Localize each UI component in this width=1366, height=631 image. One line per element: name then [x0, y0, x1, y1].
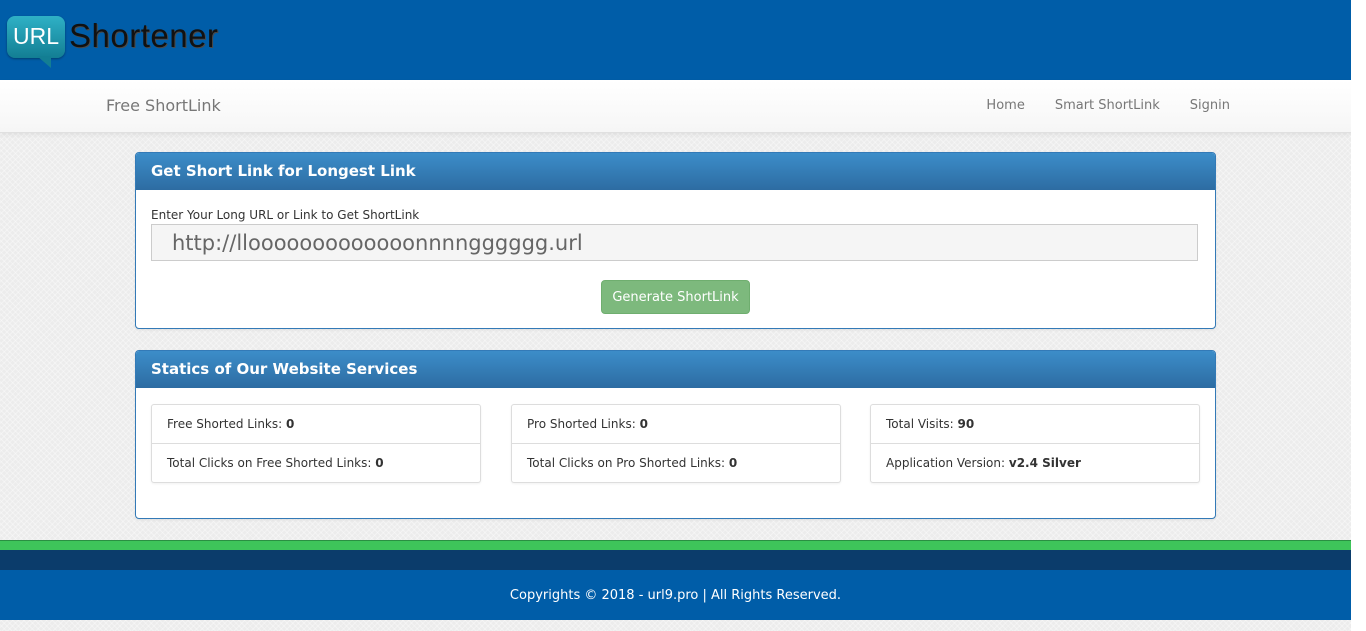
stat-row: Total Visits: 90: [871, 405, 1199, 443]
shortener-panel: Get Short Link for Longest Link Enter Yo…: [135, 152, 1216, 329]
navbar-brand[interactable]: Free ShortLink: [106, 96, 221, 115]
logo-speech-bubble-icon: URL: [7, 16, 65, 58]
stats-panel-heading: Statics of Our Website Services: [136, 351, 1215, 388]
stat-value: 0: [286, 417, 295, 431]
footer: Copyrights © 2018 - url9.pro | All Right…: [0, 570, 1351, 620]
nav-link-home[interactable]: Home: [986, 98, 1024, 113]
stat-row: Total Clicks on Pro Shorted Links: 0: [512, 443, 840, 482]
stat-value: 0: [639, 417, 648, 431]
stat-value: 0: [375, 456, 384, 470]
nav-link-smart-shortlink[interactable]: Smart ShortLink: [1055, 98, 1160, 113]
stat-label: Total Clicks on Free Shorted Links:: [167, 456, 372, 470]
stat-label: Total Visits:: [886, 417, 954, 431]
long-url-input[interactable]: [151, 224, 1198, 261]
nav-link-signin[interactable]: Signin: [1190, 98, 1230, 113]
stat-value: 90: [957, 417, 975, 431]
shortener-panel-heading: Get Short Link for Longest Link: [136, 153, 1215, 190]
stat-value: v2.4 Silver: [1008, 456, 1081, 470]
logo-wordmark: Shortener: [69, 17, 219, 54]
generate-shortlink-button[interactable]: Generate ShortLink: [601, 280, 750, 314]
stat-value: 0: [728, 456, 738, 470]
stat-row: Pro Shorted Links: 0: [512, 405, 840, 443]
footer-dark-stripe: [0, 550, 1351, 570]
stat-row: Total Clicks on Free Shorted Links: 0: [152, 443, 480, 482]
stats-box-free: Free Shorted Links: 0 Total Clicks on Fr…: [151, 404, 481, 483]
stat-label: Total Clicks on Pro Shorted Links:: [527, 456, 725, 470]
url-input-label: Enter Your Long URL or Link to Get Short…: [151, 208, 420, 222]
stat-row: Free Shorted Links: 0: [152, 405, 480, 443]
stats-box-pro: Pro Shorted Links: 0 Total Clicks on Pro…: [511, 404, 841, 483]
scrollbar-gutter[interactable]: [1351, 0, 1366, 631]
stat-label: Pro Shorted Links:: [527, 417, 636, 431]
stats-panel: Statics of Our Website Services Free Sho…: [135, 350, 1216, 519]
stat-label: Application Version:: [886, 456, 1006, 470]
logo-bubble-tail: [37, 56, 51, 68]
copyright-text: Copyrights © 2018 - url9.pro | All Right…: [509, 588, 842, 603]
navbar: Free ShortLink Home Smart ShortLink Sign…: [0, 80, 1351, 133]
page: URL Shortener Free ShortLink Home Smart …: [0, 0, 1351, 631]
stats-box-visits: Total Visits: 90 Application Version: v2…: [870, 404, 1200, 483]
nav-links: Home Smart ShortLink Signin: [986, 98, 1230, 113]
top-header: URL Shortener: [0, 0, 1351, 80]
stat-row: Application Version: v2.4 Silver: [871, 443, 1199, 482]
stat-label: Free Shorted Links:: [167, 417, 283, 431]
